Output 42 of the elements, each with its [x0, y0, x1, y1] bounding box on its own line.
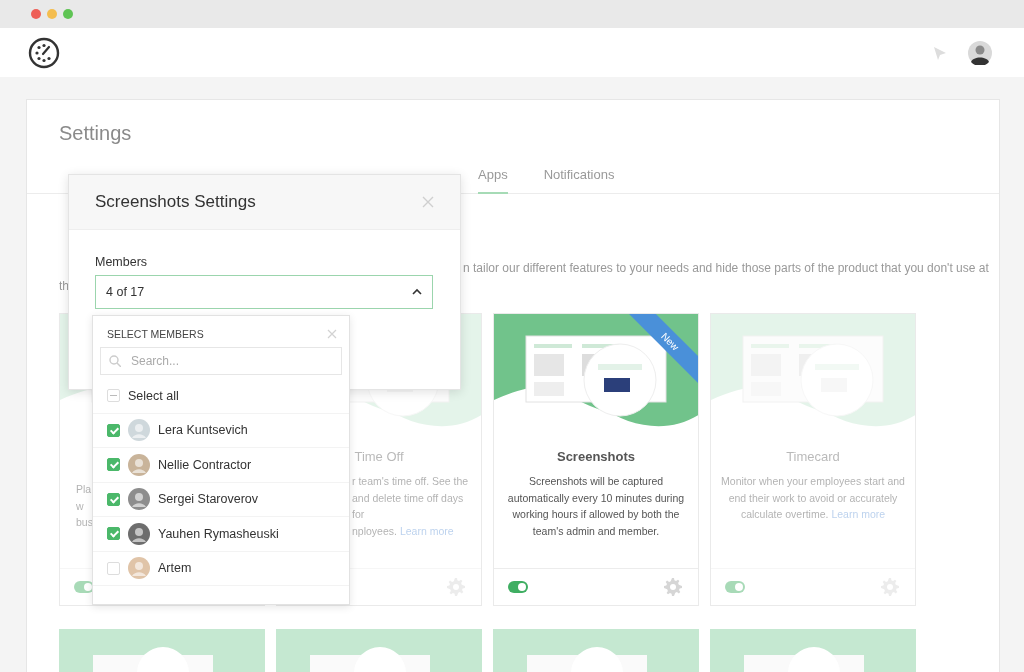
member-name[interactable]: Nellie Contractor	[158, 457, 252, 472]
card-description: Monitor when your employees start and end their work to avoid or accurately calculate overtime. Learn more	[720, 474, 906, 522]
avatar-icon	[128, 419, 150, 442]
page-title: Settings	[59, 122, 133, 146]
member-name[interactable]: Sergei Staroverov	[158, 492, 259, 507]
window-control-dot[interactable]	[63, 9, 73, 19]
pointer-icon[interactable]	[932, 44, 948, 61]
checkbox[interactable]	[107, 423, 120, 437]
avatar-icon	[128, 453, 150, 476]
avatar-icon[interactable]	[968, 40, 992, 65]
avatar-icon	[128, 557, 150, 580]
card-title: Screenshots	[555, 449, 636, 466]
card-description: Pla w bus	[76, 482, 93, 530]
window-control-dot[interactable]	[47, 9, 57, 19]
card-title: Timecard	[785, 449, 841, 466]
settings-icon[interactable]	[664, 578, 682, 596]
avatar-icon	[128, 522, 150, 545]
member-name[interactable]: Lera Kuntsevich	[158, 423, 248, 438]
card-title: Time Off	[353, 449, 405, 466]
members-select[interactable]: 4 of 17	[95, 275, 433, 309]
search-icon	[109, 355, 121, 367]
toggle-switch[interactable]	[725, 581, 745, 593]
modal-title: Screenshots Settings	[95, 192, 256, 212]
checkbox[interactable]	[107, 458, 120, 472]
intro-text: n tailor our different features to your needs and hide those parts of the product that you don't use at	[463, 261, 989, 275]
close-icon[interactable]	[327, 329, 337, 339]
toggle-switch[interactable]	[508, 581, 528, 593]
member-name[interactable]: Yauhen Rymasheuski	[158, 526, 279, 541]
checkbox[interactable]	[107, 527, 120, 541]
picker-title: SELECT MEMBERS	[107, 328, 204, 340]
card-description: Screenshots will be captured automatically every 10 minutes during working hours if allowed by both the team's admin and member.	[506, 474, 686, 539]
logo-icon	[28, 36, 60, 69]
checkbox[interactable]	[107, 492, 120, 506]
search-field[interactable]: Search...	[100, 347, 342, 375]
close-icon[interactable]	[422, 196, 434, 208]
window-control-dot[interactable]	[31, 9, 41, 19]
field-label: Members	[95, 255, 149, 269]
chevron-icon	[412, 288, 422, 296]
avatar-icon	[128, 488, 150, 511]
option-label[interactable]: Select all	[128, 388, 179, 403]
intro-text: th	[59, 279, 69, 293]
member-name[interactable]: Artem	[158, 561, 192, 576]
